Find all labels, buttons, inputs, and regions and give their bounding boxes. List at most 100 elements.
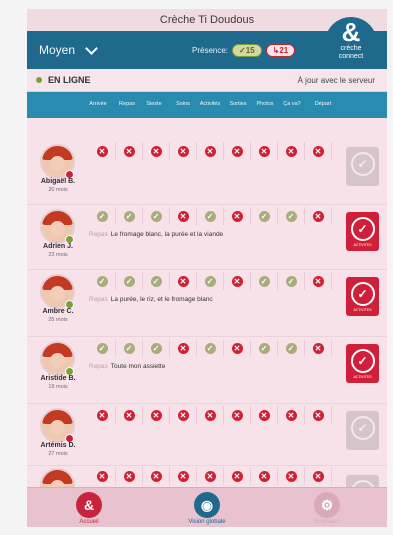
status-cell-activités[interactable]: ✕ — [197, 142, 224, 160]
cross-icon: ✕ — [285, 409, 297, 421]
status-cell-sieste[interactable]: ✓ — [143, 207, 170, 225]
cross-icon: ✕ — [177, 470, 189, 482]
status-cell-soins[interactable]: ✕ — [170, 339, 197, 357]
column-header: Sieste — [146, 101, 162, 107]
status-cells: ✕ ✕ ✕ ✕ ✕ ✕ ✕ ✕ ✕ — [89, 406, 332, 424]
child-action-button[interactable]: ✓ ACTIVITES — [346, 212, 379, 251]
status-cell-çava[interactable]: ✓ — [278, 207, 305, 225]
status-cell-arrivée[interactable]: ✕ — [89, 406, 116, 424]
status-cell-repas[interactable]: ✕ — [116, 142, 143, 160]
cross-icon: ✕ — [96, 145, 108, 157]
status-cell-sorties[interactable]: ✕ — [224, 207, 251, 225]
status-cell-départ[interactable]: ✕ — [305, 467, 332, 485]
absent-count-badge[interactable]: ↳21 — [265, 44, 296, 57]
connection-status-bar: EN LIGNE À jour avec le serveur — [27, 69, 387, 92]
status-cell-repas[interactable]: ✓ — [116, 339, 143, 357]
status-cell-départ[interactable]: ✕ — [305, 142, 332, 160]
status-cell-çava[interactable]: ✓ — [278, 272, 305, 290]
child-action-button[interactable]: ✓ — [346, 147, 379, 186]
status-cell-photos[interactable]: ✕ — [251, 406, 278, 424]
status-cell-repas[interactable]: ✕ — [116, 467, 143, 485]
child-name: Artémis D. — [40, 442, 76, 449]
status-cell-sorties[interactable]: ✕ — [224, 467, 251, 485]
status-cell-activités[interactable]: ✓ — [197, 339, 224, 357]
child-action-button[interactable]: ✓ ACTIVITES — [346, 277, 379, 316]
status-cell-sorties[interactable]: ✕ — [224, 406, 251, 424]
ampersand-icon: & — [76, 492, 102, 518]
status-cell-activités[interactable]: ✕ — [197, 406, 224, 424]
avatar-face — [50, 156, 65, 171]
status-cell-départ[interactable]: ✕ — [305, 272, 332, 290]
status-cell-arrivée[interactable]: ✓ — [89, 207, 116, 225]
status-cell-çava[interactable]: ✕ — [278, 142, 305, 160]
meal-text: La purée, le riz, et le fromage blanc — [110, 296, 213, 303]
check-icon: ✓ — [150, 342, 162, 354]
status-cell-soins[interactable]: ✕ — [170, 272, 197, 290]
child-row[interactable]: ✕✕✕✕✕✕✕✕✕✓ — [27, 465, 387, 514]
meal-text: Toute mon assiette — [110, 363, 166, 370]
avatar-face — [50, 221, 65, 236]
status-cell-sorties[interactable]: ✕ — [224, 339, 251, 357]
status-cell-photos[interactable]: ✓ — [251, 272, 278, 290]
status-cell-soins[interactable]: ✕ — [170, 406, 197, 424]
cross-icon: ✕ — [231, 409, 243, 421]
status-cell-repas[interactable]: ✕ — [116, 406, 143, 424]
child-row[interactable]: Adrien J. 23 mois ✓ ✓ ✓ ✕ ✓ ✕ ✓ ✓ ✕ Repas Le fromage… — [27, 204, 387, 270]
status-cell-départ[interactable]: ✕ — [305, 207, 332, 225]
nav-item-eye[interactable]: ◉ Vision globale — [167, 492, 247, 525]
status-cell-soins[interactable]: ✕ — [170, 467, 197, 485]
status-cell-sieste[interactable]: ✕ — [143, 142, 170, 160]
status-cell-arrivée[interactable]: ✓ — [89, 339, 116, 357]
status-cell-photos[interactable]: ✕ — [251, 467, 278, 485]
status-cells: ✕ ✕ ✕ ✕ ✕ ✕ ✕ ✕ ✕ — [89, 467, 332, 485]
cross-icon: ✕ — [96, 470, 108, 482]
action-label: ACTIVITES — [353, 308, 372, 312]
cross-icon: ✕ — [231, 210, 243, 222]
status-cell-arrivée[interactable]: ✓ — [89, 272, 116, 290]
column-header: Soins — [176, 101, 190, 107]
status-cell-soins[interactable]: ✕ — [170, 207, 197, 225]
child-row[interactable]: Abigaël B. 20 mois ✕ ✕ ✕ ✕ ✕ ✕ ✕ ✕ ✕ ✓ — [27, 139, 387, 205]
status-cell-repas[interactable]: ✓ — [116, 272, 143, 290]
child-row[interactable]: Ambre C. 25 mois ✓ ✓ ✓ ✕ ✓ ✕ ✓ ✓ ✕ Repas La purée, l… — [27, 269, 387, 337]
status-cell-activités[interactable]: ✕ — [197, 467, 224, 485]
present-count-badge[interactable]: ✓15 — [232, 44, 262, 57]
status-cell-photos[interactable]: ✓ — [251, 207, 278, 225]
status-cell-sieste[interactable]: ✓ — [143, 339, 170, 357]
status-cell-çava[interactable]: ✕ — [278, 467, 305, 485]
status-cell-çava[interactable]: ✕ — [278, 406, 305, 424]
check-icon: ✓ — [204, 342, 216, 354]
status-cell-sorties[interactable]: ✕ — [224, 272, 251, 290]
child-action-button[interactable]: ✓ — [346, 411, 379, 450]
status-cell-çava[interactable]: ✓ — [278, 339, 305, 357]
meal-text: Le fromage blanc, la purée et la viande — [110, 231, 224, 238]
status-cell-activités[interactable]: ✓ — [197, 207, 224, 225]
child-age: 25 mois — [48, 317, 68, 323]
child-row[interactable]: Aristide B. 19 mois ✓ ✓ ✓ ✕ ✓ ✕ ✓ ✓ ✕ Repas Toute mo… — [27, 336, 387, 404]
cross-icon: ✕ — [177, 342, 189, 354]
status-cell-arrivée[interactable]: ✕ — [89, 142, 116, 160]
cross-icon: ✕ — [123, 145, 135, 157]
status-cell-départ[interactable]: ✕ — [305, 406, 332, 424]
cross-icon: ✕ — [204, 470, 216, 482]
status-cell-sieste[interactable]: ✕ — [143, 406, 170, 424]
status-cell-arrivée[interactable]: ✕ — [89, 467, 116, 485]
status-cell-sieste[interactable]: ✕ — [143, 467, 170, 485]
checkmark-icon: ✓ — [350, 152, 375, 176]
status-cell-sieste[interactable]: ✓ — [143, 272, 170, 290]
nav-item-gear[interactable]: ⚙ Réglages — [287, 492, 367, 525]
nav-item-ampersand[interactable]: & Accueil — [49, 492, 129, 525]
check-icon: ✓ — [258, 275, 270, 287]
meal-note: Repas Le fromage blanc, la purée et la vi… — [89, 231, 223, 238]
child-action-button[interactable]: ✓ ACTIVITES — [346, 344, 379, 383]
logo-ampersand: & — [341, 17, 361, 47]
status-cell-photos[interactable]: ✓ — [251, 339, 278, 357]
child-row[interactable]: Artémis D. 27 mois ✕ ✕ ✕ ✕ ✕ ✕ ✕ ✕ ✕ ✓ — [27, 403, 387, 466]
group-selector[interactable]: Moyen — [39, 41, 98, 57]
status-cell-sorties[interactable]: ✕ — [224, 142, 251, 160]
status-cell-soins[interactable]: ✕ — [170, 142, 197, 160]
status-cell-repas[interactable]: ✓ — [116, 207, 143, 225]
status-cell-activités[interactable]: ✓ — [197, 272, 224, 290]
status-cell-départ[interactable]: ✕ — [305, 339, 332, 357]
status-cell-photos[interactable]: ✕ — [251, 142, 278, 160]
